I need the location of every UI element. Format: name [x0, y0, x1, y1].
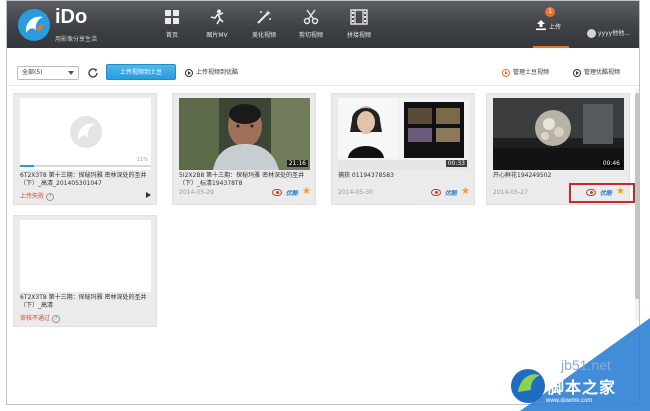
- review-status-text: 审核不通过: [20, 315, 51, 322]
- nav-home-label: 首页: [165, 32, 178, 39]
- star-icon[interactable]: ★: [461, 187, 470, 197]
- help-icon[interactable]: ?: [52, 314, 61, 323]
- ido-window: iDo 用影像分享生活 首页 图片MV 美化视频 剪切视频 拼接视频 1 上传: [6, 0, 640, 405]
- video-title: 5I2X2B8 第十三期：探秘玛雅 密林深处的圣井（下）_标清194378T8: [179, 172, 305, 187]
- upload-to-tudou-button[interactable]: 上传视频到土豆: [106, 64, 176, 80]
- upload-tab-label: 上传: [549, 24, 562, 31]
- vertical-scrollbar[interactable]: [635, 89, 639, 321]
- nav-cut-video[interactable]: 剪切视频: [291, 9, 331, 39]
- upload-progress-bar: [20, 165, 151, 167]
- video-duration: 21:16: [286, 160, 308, 167]
- star-icon[interactable]: ★: [302, 187, 311, 197]
- video-thumbnail-placeholder: [20, 220, 151, 292]
- dancer-icon: [210, 9, 224, 25]
- video-card[interactable]: 11% 6T2X3T8 第十三期：探秘玛雅 密林深处的圣井（下）_高清_2014…: [13, 93, 157, 205]
- upload-count-badge: 1: [545, 7, 555, 17]
- nav-cut-video-label: 剪切视频: [298, 32, 323, 39]
- ido-logo-watermark-icon: [70, 116, 102, 148]
- avatar: [587, 29, 596, 38]
- scrollbar-thumb[interactable]: [635, 93, 639, 299]
- upload-date: 2014-05-29: [179, 189, 214, 196]
- upload-date: 2014-05-27: [493, 189, 528, 196]
- scissors-icon: [303, 9, 319, 25]
- retry-play-icon[interactable]: [146, 192, 151, 198]
- play-circle-icon: [502, 68, 510, 77]
- manage-youku-label: 管理优酷视频: [584, 69, 621, 76]
- upload-progress-text: 11%: [136, 157, 148, 163]
- magic-wand-icon: [257, 10, 271, 24]
- filter-dropdown[interactable]: 全部(5): [17, 66, 79, 80]
- filter-value: 全部(5): [22, 69, 43, 76]
- upload-status-text: 上传失败: [20, 193, 45, 200]
- video-title: 6T2X3T8 第十三期：探秘玛雅 密林深处的圣井（下）_高清: [20, 294, 147, 309]
- video-duration: 00:33: [445, 160, 467, 167]
- video-duration: 00:46: [600, 160, 622, 167]
- home-grid-icon: [165, 10, 179, 24]
- nav-beautify-video[interactable]: 美化视频: [244, 9, 284, 39]
- video-thumbnail[interactable]: 21:16: [179, 98, 310, 170]
- youku-icon[interactable]: 优酷: [445, 188, 457, 197]
- nav-join-video[interactable]: 拼接视频: [339, 9, 379, 39]
- manage-tudou-link[interactable]: 管理土豆视频: [502, 67, 549, 77]
- refresh-icon[interactable]: [87, 67, 99, 79]
- video-card[interactable]: 21:16 5I2X2B8 第十三期：探秘玛雅 密林深处的圣井（下）_标清194…: [172, 93, 316, 205]
- nav-join-video-label: 拼接视频: [346, 32, 371, 39]
- brand-name: iDo: [55, 6, 88, 28]
- weibo-eye-icon[interactable]: [430, 188, 441, 196]
- nav-beautify-video-label: 美化视频: [251, 32, 276, 39]
- video-card[interactable]: 6T2X3T8 第十三期：探秘玛雅 密林深处的圣井（下）_高清 审核不通过?: [13, 215, 157, 327]
- brand-slogan: 用影像分享生活: [55, 36, 98, 43]
- weibo-eye-icon[interactable]: [271, 188, 282, 196]
- upload-to-youku-label: 上传视频到优酷: [196, 69, 239, 76]
- nav-photo-mv-label: 图片MV: [206, 32, 228, 39]
- upload-to-youku-link[interactable]: 上传视频到优酷: [185, 67, 238, 77]
- upload-date: 2014-05-30: [338, 189, 373, 196]
- help-icon[interactable]: ?: [46, 192, 55, 201]
- upload-icon: [536, 20, 546, 31]
- youku-icon[interactable]: 优酷: [286, 188, 298, 197]
- user-name: yyyy他他...: [598, 30, 630, 37]
- chevron-down-icon: [68, 71, 74, 75]
- ido-logo-icon: [18, 9, 50, 41]
- toolbar: 全部(5) 上传视频到土豆 上传视频到优酷 管理土豆视频 管理优酷视频: [7, 48, 639, 86]
- card-actions: 优酷 ★: [429, 187, 470, 198]
- video-title: 6T2X3T8 第十三期：探秘玛雅 密林深处的圣井（下）_高清_20140530…: [20, 172, 147, 187]
- video-card[interactable]: 00:33 捕获 01194378583 2014-05-30 优酷 ★: [331, 93, 475, 205]
- manage-tudou-label: 管理土豆视频: [513, 69, 550, 76]
- manage-youku-link[interactable]: 管理优酷视频: [573, 67, 620, 77]
- review-status: 审核不通过?: [20, 313, 61, 323]
- video-title: 开心鲜花194249502: [493, 172, 552, 179]
- upload-progress-fill: [20, 165, 35, 167]
- film-strip-icon: [350, 9, 368, 25]
- play-circle-icon: [573, 68, 581, 77]
- nav-home[interactable]: 首页: [152, 9, 192, 39]
- play-circle-icon: [185, 68, 193, 77]
- video-thumbnail[interactable]: 00:46: [493, 98, 624, 170]
- video-title: 捕获 01194378583: [338, 172, 394, 179]
- user-menu[interactable]: yyyy他他...: [587, 28, 630, 38]
- video-thumbnail-placeholder: [20, 98, 151, 170]
- card-actions: 优酷 ★: [270, 187, 311, 198]
- header-bar: iDo 用影像分享生活 首页 图片MV 美化视频 剪切视频 拼接视频 1 上传: [7, 1, 639, 48]
- nav-photo-mv[interactable]: 图片MV: [197, 9, 237, 39]
- upload-status: 上传失败?: [20, 191, 55, 201]
- video-thumbnail[interactable]: 00:33: [338, 98, 469, 170]
- highlight-box: [569, 183, 635, 203]
